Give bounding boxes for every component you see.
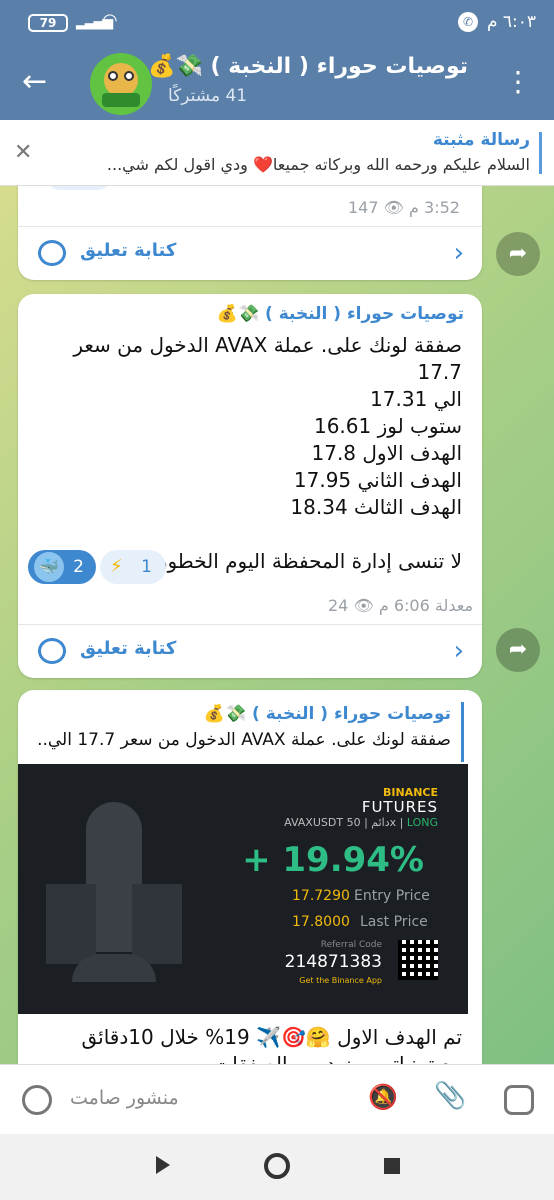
message-text: صفقة لونك على. عملة AVAX الدخول من سعر 1… bbox=[73, 333, 462, 573]
eye-icon: 👁 bbox=[353, 596, 374, 615]
subscriber-count: 41 مشتركًا bbox=[168, 86, 248, 106]
wifi-icon: ◠ bbox=[102, 10, 118, 31]
comment-label: كتابة تعليق bbox=[80, 638, 177, 659]
chat-header: ← توصيات حوراء ( النخبة ) 💸💰 41 مشتركًا … bbox=[0, 46, 554, 120]
edited-label: معدلة bbox=[434, 596, 474, 615]
comment-label: كتابة تعليق bbox=[80, 240, 177, 261]
camera-icon[interactable] bbox=[504, 1085, 534, 1115]
reaction-count: 1 bbox=[141, 557, 152, 577]
message-text: تم الهدف الاول 🤗🎯✈️ 19% خلال 10دقائق مع … bbox=[81, 1025, 462, 1064]
mute-bell-icon[interactable]: 🔕 bbox=[368, 1083, 398, 1111]
lightning-icon: ⚡ bbox=[110, 556, 123, 577]
get-app-label: Get the Binance App bbox=[299, 976, 382, 985]
chevron-right-icon: › bbox=[453, 238, 464, 268]
entry-price-value: 17.7290 bbox=[292, 888, 350, 904]
nav-home-icon[interactable] bbox=[264, 1153, 290, 1179]
message-bubble[interactable]: توصيات حوراء ( النخبة ) 💸💰 صفقة لونك على… bbox=[18, 690, 482, 1064]
reply-text: صفقة لونك على. عملة AVAX الدخول من سعر 1… bbox=[36, 730, 451, 750]
reaction-bolt[interactable]: ⚡ 1 bbox=[100, 550, 166, 584]
pinned-title: رسالة مثبتة bbox=[432, 130, 530, 150]
reaction-count: 2 bbox=[73, 557, 84, 577]
pinned-indicator bbox=[539, 132, 542, 174]
close-icon[interactable]: ✕ bbox=[14, 140, 32, 165]
pinned-message[interactable]: رسالة مثبتة السلام عليكم ورحمه الله وبرك… bbox=[0, 120, 554, 186]
status-bar: 79 ▂▃▄▅ ◠ ✆ ٦:٠٣ م bbox=[0, 0, 554, 46]
message-bubble[interactable]: ❤️ 3:52 م 👁 147 كتابة تعليق › bbox=[18, 186, 482, 280]
message-time: 6:06 م bbox=[378, 596, 430, 615]
chat-area[interactable]: ❤️ 3:52 م 👁 147 كتابة تعليق › ➦ توصيات ح… bbox=[0, 186, 554, 1064]
message-input-bar: منشور صامت 🔕 📎 bbox=[0, 1064, 554, 1134]
last-price-label: Last Price bbox=[360, 914, 428, 930]
more-menu-icon[interactable]: ⋮ bbox=[504, 64, 532, 100]
message-sender: توصيات حوراء ( النخبة ) 💸💰 bbox=[216, 304, 464, 324]
eye-icon: 👁 bbox=[383, 198, 404, 217]
clock: ٦:٠٣ م bbox=[486, 12, 536, 32]
futures-label: FUTURES bbox=[361, 798, 438, 816]
qr-code bbox=[398, 940, 438, 980]
side-label: LONG bbox=[406, 816, 438, 829]
reaction-whale[interactable]: 🐳 2 bbox=[28, 550, 96, 584]
attach-icon[interactable]: 📎 bbox=[434, 1081, 466, 1111]
message-meta: 3:52 م 👁 147 bbox=[348, 198, 460, 217]
comment-icon bbox=[38, 240, 66, 266]
comment-icon bbox=[38, 638, 66, 664]
rocket-wing bbox=[46, 884, 96, 964]
nav-recent-icon[interactable] bbox=[384, 1158, 400, 1174]
system-nav-bar bbox=[0, 1134, 554, 1200]
pnl-percent: + 19.94% bbox=[242, 840, 424, 880]
pinned-text: السلام عليكم ورحمه الله وبركاته جميعا❤️ … bbox=[106, 155, 530, 174]
chevron-right-icon: › bbox=[453, 636, 464, 666]
message-time: 3:52 م bbox=[409, 198, 460, 217]
comment-row[interactable]: كتابة تعليق › bbox=[18, 228, 482, 280]
back-arrow-icon[interactable]: ← bbox=[22, 64, 47, 100]
last-price-value: 17.8000 bbox=[292, 914, 350, 930]
message-meta: معدلة 6:06 م 👁 24 bbox=[328, 596, 473, 615]
pair-symbol: AVAXUSDT bbox=[284, 816, 344, 829]
battery-icon: 79 bbox=[28, 14, 68, 32]
share-button[interactable]: ➦ bbox=[496, 232, 540, 276]
perp-label: دائم bbox=[371, 816, 390, 829]
entry-price-label: Entry Price bbox=[354, 888, 430, 904]
referral-label: Referral Code bbox=[320, 940, 382, 950]
divider bbox=[18, 226, 482, 227]
nav-back-icon[interactable] bbox=[156, 1156, 170, 1174]
share-button[interactable]: ➦ bbox=[496, 628, 540, 672]
rocket-base bbox=[72, 954, 156, 982]
emoji-icon[interactable] bbox=[22, 1085, 52, 1115]
message-bubble[interactable]: توصيات حوراء ( النخبة ) 💸💰 صفقة لونك على… bbox=[18, 294, 482, 678]
view-count: 24 bbox=[328, 596, 349, 615]
pair-line: AVAXUSDT دائم | 50x | LONG bbox=[284, 816, 438, 829]
message-input[interactable]: منشور صامت bbox=[70, 1087, 179, 1109]
whatsapp-icon: ✆ bbox=[458, 12, 478, 32]
reaction-heart[interactable]: ❤️ bbox=[44, 186, 114, 190]
binance-pnl-image[interactable]: BINANCE FUTURES AVAXUSDT دائم | 50x | LO… bbox=[18, 764, 468, 1014]
divider bbox=[18, 624, 482, 625]
whale-icon: 🐳 bbox=[34, 552, 64, 582]
comment-row[interactable]: كتابة تعليق › bbox=[18, 626, 482, 678]
view-count: 147 bbox=[348, 198, 379, 217]
avatar[interactable] bbox=[90, 53, 152, 115]
rocket-wing bbox=[132, 884, 182, 964]
reply-sender: توصيات حوراء ( النخبة ) 💸💰 bbox=[203, 704, 451, 724]
reply-preview[interactable]: توصيات حوراء ( النخبة ) 💸💰 صفقة لونك على… bbox=[36, 702, 464, 762]
referral-code: 214871383 bbox=[284, 952, 382, 972]
channel-title[interactable]: توصيات حوراء ( النخبة ) 💸💰 bbox=[148, 54, 468, 79]
